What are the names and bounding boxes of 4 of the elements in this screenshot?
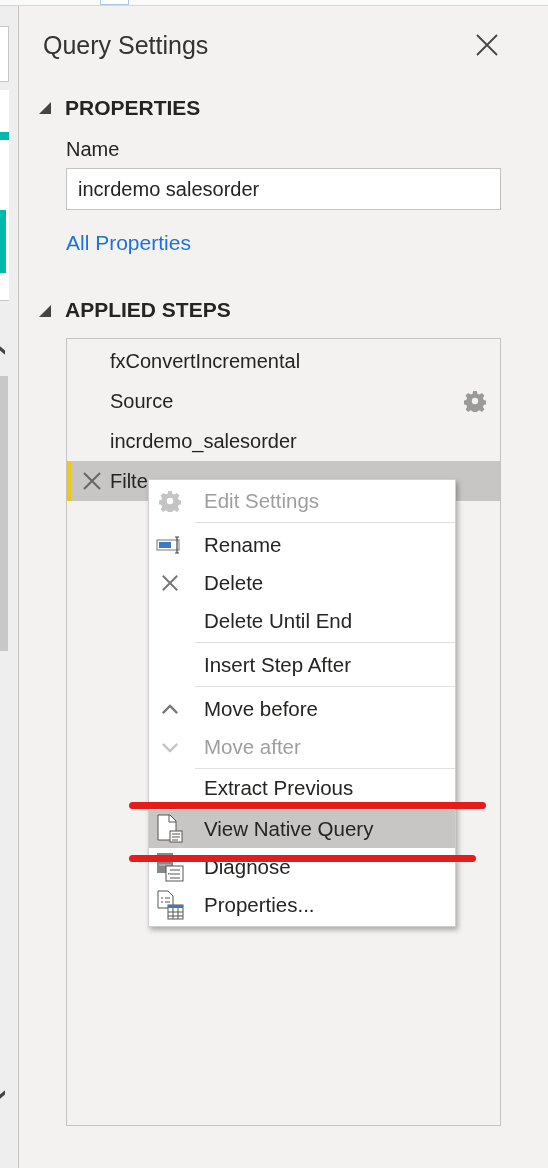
section-heading: APPLIED STEPS xyxy=(65,298,231,322)
panel-title: Query Settings xyxy=(43,30,209,60)
section-heading: PROPERTIES xyxy=(65,96,201,120)
field-label: Name xyxy=(66,137,120,161)
